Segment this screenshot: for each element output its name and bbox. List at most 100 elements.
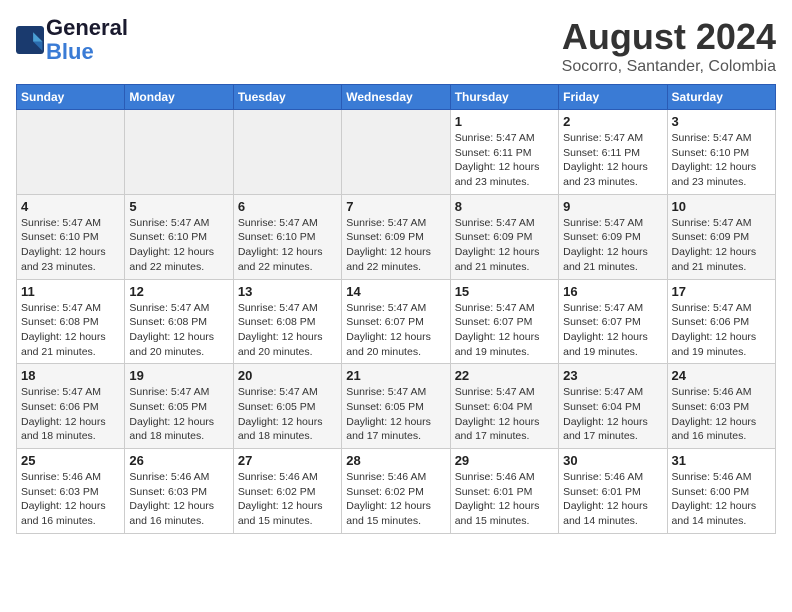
day-info: Sunrise: 5:46 AM Sunset: 6:03 PM Dayligh… <box>129 470 228 529</box>
day-number: 17 <box>672 284 771 299</box>
day-number: 11 <box>21 284 120 299</box>
logo-text: GeneralBlue <box>46 16 128 64</box>
calendar-cell: 1 Sunrise: 5:47 AM Sunset: 6:11 PM Daylig… <box>450 110 558 195</box>
day-number: 15 <box>455 284 554 299</box>
calendar-cell <box>233 110 341 195</box>
day-number: 29 <box>455 453 554 468</box>
day-number: 4 <box>21 199 120 214</box>
calendar-week-row: 4 Sunrise: 5:47 AM Sunset: 6:10 PM Daylig… <box>17 194 776 279</box>
logo-icon <box>16 26 44 54</box>
day-number: 22 <box>455 368 554 383</box>
day-number: 2 <box>563 114 662 129</box>
day-number: 21 <box>346 368 445 383</box>
weekday-header-sunday: Sunday <box>17 85 125 110</box>
day-number: 7 <box>346 199 445 214</box>
calendar-cell: 17 Sunrise: 5:47 AM Sunset: 6:06 PM Dayli… <box>667 279 775 364</box>
day-info: Sunrise: 5:47 AM Sunset: 6:05 PM Dayligh… <box>238 385 337 444</box>
day-number: 5 <box>129 199 228 214</box>
weekday-header-row: SundayMondayTuesdayWednesdayThursdayFrid… <box>17 85 776 110</box>
calendar-cell: 25 Sunrise: 5:46 AM Sunset: 6:03 PM Dayli… <box>17 449 125 534</box>
day-info: Sunrise: 5:47 AM Sunset: 6:07 PM Dayligh… <box>563 301 662 360</box>
calendar-cell: 29 Sunrise: 5:46 AM Sunset: 6:01 PM Dayli… <box>450 449 558 534</box>
calendar-cell: 16 Sunrise: 5:47 AM Sunset: 6:07 PM Dayli… <box>559 279 667 364</box>
day-info: Sunrise: 5:47 AM Sunset: 6:06 PM Dayligh… <box>672 301 771 360</box>
day-info: Sunrise: 5:47 AM Sunset: 6:10 PM Dayligh… <box>129 216 228 275</box>
weekday-header-saturday: Saturday <box>667 85 775 110</box>
day-info: Sunrise: 5:47 AM Sunset: 6:05 PM Dayligh… <box>129 385 228 444</box>
day-number: 26 <box>129 453 228 468</box>
calendar-cell: 12 Sunrise: 5:47 AM Sunset: 6:08 PM Dayli… <box>125 279 233 364</box>
day-info: Sunrise: 5:47 AM Sunset: 6:04 PM Dayligh… <box>563 385 662 444</box>
day-info: Sunrise: 5:46 AM Sunset: 6:03 PM Dayligh… <box>672 385 771 444</box>
day-number: 30 <box>563 453 662 468</box>
day-info: Sunrise: 5:47 AM Sunset: 6:09 PM Dayligh… <box>672 216 771 275</box>
calendar-cell: 27 Sunrise: 5:46 AM Sunset: 6:02 PM Dayli… <box>233 449 341 534</box>
calendar-cell: 21 Sunrise: 5:47 AM Sunset: 6:05 PM Dayli… <box>342 364 450 449</box>
calendar-subtitle: Socorro, Santander, Colombia <box>562 58 776 76</box>
calendar-cell: 23Sunrise: 5:47 AM Sunset: 6:04 PM Dayli… <box>559 364 667 449</box>
calendar-table: SundayMondayTuesdayWednesdayThursdayFrid… <box>16 84 776 534</box>
calendar-cell: 26 Sunrise: 5:46 AM Sunset: 6:03 PM Dayli… <box>125 449 233 534</box>
calendar-cell <box>342 110 450 195</box>
weekday-header-monday: Monday <box>125 85 233 110</box>
calendar-cell: 13 Sunrise: 5:47 AM Sunset: 6:08 PM Dayli… <box>233 279 341 364</box>
calendar-week-row: 25 Sunrise: 5:46 AM Sunset: 6:03 PM Dayli… <box>17 449 776 534</box>
calendar-cell: 9Sunrise: 5:47 AM Sunset: 6:09 PM Daylig… <box>559 194 667 279</box>
day-info: Sunrise: 5:47 AM Sunset: 6:08 PM Dayligh… <box>21 301 120 360</box>
calendar-cell: 28 Sunrise: 5:46 AM Sunset: 6:02 PM Dayli… <box>342 449 450 534</box>
day-info: Sunrise: 5:47 AM Sunset: 6:10 PM Dayligh… <box>672 131 771 190</box>
day-info: Sunrise: 5:46 AM Sunset: 6:03 PM Dayligh… <box>21 470 120 529</box>
day-number: 18 <box>21 368 120 383</box>
calendar-cell: 18 Sunrise: 5:47 AM Sunset: 6:06 PM Dayli… <box>17 364 125 449</box>
calendar-cell: 5 Sunrise: 5:47 AM Sunset: 6:10 PM Daylig… <box>125 194 233 279</box>
day-number: 24 <box>672 368 771 383</box>
day-number: 16 <box>563 284 662 299</box>
day-number: 13 <box>238 284 337 299</box>
calendar-cell: 19 Sunrise: 5:47 AM Sunset: 6:05 PM Dayli… <box>125 364 233 449</box>
day-number: 12 <box>129 284 228 299</box>
day-info: Sunrise: 5:47 AM Sunset: 6:11 PM Dayligh… <box>455 131 554 190</box>
calendar-cell: 8Sunrise: 5:47 AM Sunset: 6:09 PM Daylig… <box>450 194 558 279</box>
day-number: 8 <box>455 199 554 214</box>
day-info: Sunrise: 5:47 AM Sunset: 6:05 PM Dayligh… <box>346 385 445 444</box>
day-info: Sunrise: 5:47 AM Sunset: 6:11 PM Dayligh… <box>563 131 662 190</box>
calendar-cell: 24 Sunrise: 5:46 AM Sunset: 6:03 PM Dayli… <box>667 364 775 449</box>
day-number: 3 <box>672 114 771 129</box>
day-number: 19 <box>129 368 228 383</box>
day-number: 28 <box>346 453 445 468</box>
day-info: Sunrise: 5:47 AM Sunset: 6:09 PM Dayligh… <box>346 216 445 275</box>
day-info: Sunrise: 5:47 AM Sunset: 6:08 PM Dayligh… <box>129 301 228 360</box>
calendar-cell: 11 Sunrise: 5:47 AM Sunset: 6:08 PM Dayli… <box>17 279 125 364</box>
calendar-cell: 3 Sunrise: 5:47 AM Sunset: 6:10 PM Daylig… <box>667 110 775 195</box>
weekday-header-tuesday: Tuesday <box>233 85 341 110</box>
calendar-cell: 14Sunrise: 5:47 AM Sunset: 6:07 PM Dayli… <box>342 279 450 364</box>
day-info: Sunrise: 5:47 AM Sunset: 6:07 PM Dayligh… <box>346 301 445 360</box>
calendar-week-row: 1 Sunrise: 5:47 AM Sunset: 6:11 PM Daylig… <box>17 110 776 195</box>
calendar-cell: 4 Sunrise: 5:47 AM Sunset: 6:10 PM Daylig… <box>17 194 125 279</box>
day-info: Sunrise: 5:46 AM Sunset: 6:02 PM Dayligh… <box>238 470 337 529</box>
logo: GeneralBlue <box>16 16 128 64</box>
day-info: Sunrise: 5:47 AM Sunset: 6:09 PM Dayligh… <box>563 216 662 275</box>
day-number: 6 <box>238 199 337 214</box>
calendar-cell: 7 Sunrise: 5:47 AM Sunset: 6:09 PM Daylig… <box>342 194 450 279</box>
day-number: 27 <box>238 453 337 468</box>
weekday-header-friday: Friday <box>559 85 667 110</box>
calendar-week-row: 11 Sunrise: 5:47 AM Sunset: 6:08 PM Dayli… <box>17 279 776 364</box>
weekday-header-thursday: Thursday <box>450 85 558 110</box>
day-info: Sunrise: 5:47 AM Sunset: 6:10 PM Dayligh… <box>21 216 120 275</box>
day-info: Sunrise: 5:46 AM Sunset: 6:01 PM Dayligh… <box>455 470 554 529</box>
day-number: 1 <box>455 114 554 129</box>
day-number: 25 <box>21 453 120 468</box>
calendar-cell: 22Sunrise: 5:47 AM Sunset: 6:04 PM Dayli… <box>450 364 558 449</box>
day-number: 10 <box>672 199 771 214</box>
day-info: Sunrise: 5:46 AM Sunset: 6:01 PM Dayligh… <box>563 470 662 529</box>
weekday-header-wednesday: Wednesday <box>342 85 450 110</box>
day-info: Sunrise: 5:46 AM Sunset: 6:00 PM Dayligh… <box>672 470 771 529</box>
day-info: Sunrise: 5:47 AM Sunset: 6:07 PM Dayligh… <box>455 301 554 360</box>
day-info: Sunrise: 5:46 AM Sunset: 6:02 PM Dayligh… <box>346 470 445 529</box>
day-info: Sunrise: 5:47 AM Sunset: 6:06 PM Dayligh… <box>21 385 120 444</box>
day-number: 20 <box>238 368 337 383</box>
day-info: Sunrise: 5:47 AM Sunset: 6:08 PM Dayligh… <box>238 301 337 360</box>
day-number: 31 <box>672 453 771 468</box>
calendar-cell: 10 Sunrise: 5:47 AM Sunset: 6:09 PM Dayli… <box>667 194 775 279</box>
